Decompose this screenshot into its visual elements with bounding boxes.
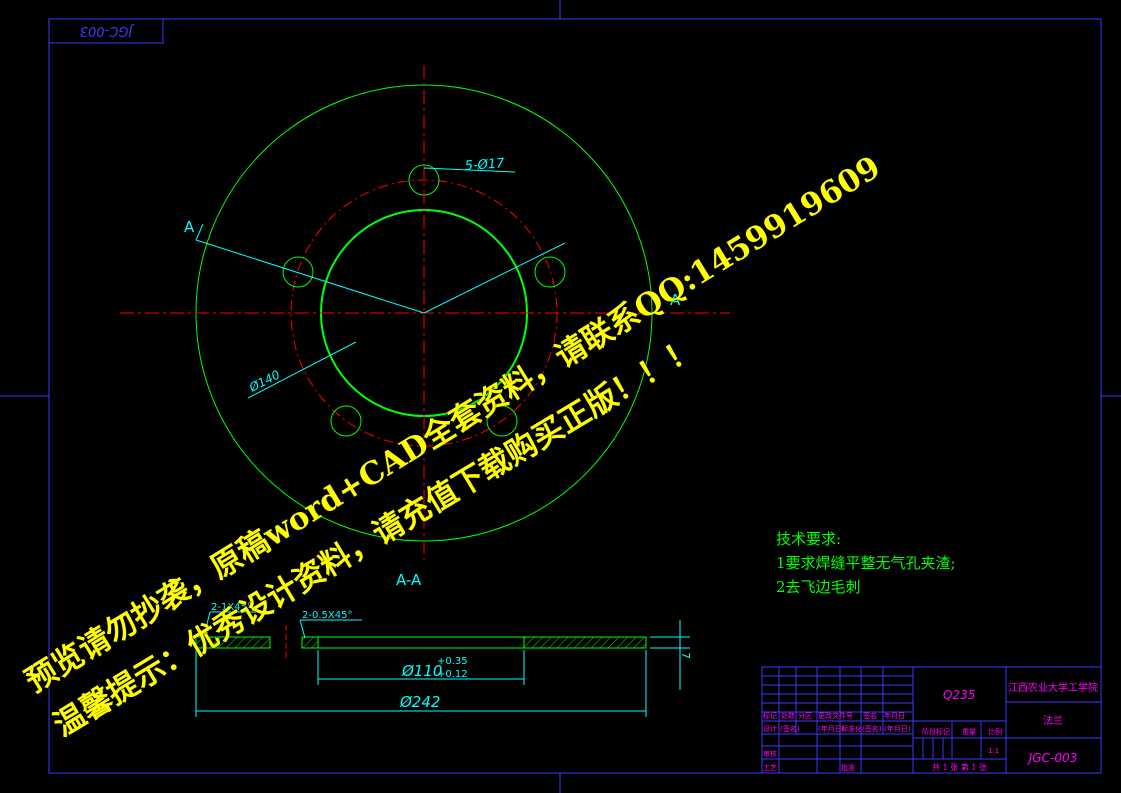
tech-item-2: 2去飞边毛刺	[776, 578, 861, 596]
title-block: 标记 处数 分区 更改文件号 签名 年月日 设计 (签名) (年月日) 标准化 …	[761, 666, 1102, 774]
mirrored-code-text: JGC-003	[80, 23, 136, 38]
hdr-sign: 签名	[863, 711, 877, 720]
hdr-process: 工艺	[763, 764, 777, 772]
section-title: A-A	[396, 571, 422, 589]
cad-viewer: JGC-003 A A 5-Ø17 Ø140 A-A 2-1X45° 2-0.5…	[0, 0, 1121, 793]
hdr-review: 审核	[763, 749, 777, 758]
watermark-overlay: 预览请勿抄袭，原稿word+CAD全套资料，请联系QQ:1459919609 温…	[19, 149, 887, 744]
bolt-hole-5	[282, 256, 314, 288]
tech-title: 技术要求:	[776, 530, 841, 548]
hdr-design: 设计	[763, 724, 777, 733]
hdr-sign3: (签名)	[862, 724, 882, 733]
chamfer-inner-label: 2-0.5X45°	[302, 610, 352, 621]
tech-item-1: 1要求焊缝平整无气孔夹渣;	[776, 554, 956, 572]
sheet-info: 共 1 张 第 1 张	[932, 762, 987, 772]
top-view-dimensions	[195, 167, 566, 399]
section-body	[195, 625, 647, 660]
watermark-line-2: 温馨提示：优秀设计资料，请充值下载购买正版！！！	[48, 330, 704, 744]
bore-tol-lower: +0.12	[437, 669, 468, 680]
mirrored-drawing-code: JGC-003	[80, 23, 136, 38]
section-mark-left: A	[184, 218, 195, 236]
outer-diameter: Ø242	[399, 693, 440, 711]
tech-requirements: 技术要求: 1要求焊缝平整无气孔夹渣; 2去飞边毛刺	[776, 530, 956, 596]
hdr-stage: 阶段标记	[922, 727, 950, 736]
material: Q235	[943, 688, 975, 702]
hdr-ratio: 比例	[988, 727, 1002, 736]
bolt-hole-2	[534, 256, 566, 288]
hdr-count: 处数	[781, 711, 795, 720]
dia140-callout: Ø140	[246, 367, 282, 395]
bolt-hole-4	[330, 405, 362, 437]
hdr-date3: (年月日)	[884, 724, 911, 733]
hdr-approve: 批准	[841, 763, 855, 772]
hole-callout: 5-Ø17	[464, 156, 505, 174]
scale: 1:1	[988, 747, 999, 755]
hdr-mark: 标记	[763, 711, 777, 720]
school-name: 江西农业大学工学院	[1008, 681, 1098, 694]
watermark-line-1: 预览请勿抄袭，原稿word+CAD全套资料，请联系QQ:1459919609	[19, 149, 886, 700]
hdr-change: 更改文件号	[818, 711, 853, 720]
hdr-weight: 重量	[962, 728, 976, 736]
thickness: 7	[679, 652, 692, 659]
bore-tol-upper: +0.35	[437, 656, 468, 667]
hdr-std: 标准化	[841, 724, 862, 733]
cad-drawing-canvas: JGC-003 A A 5-Ø17 Ø140 A-A 2-1X45° 2-0.5…	[0, 0, 1121, 793]
part-name: 法兰	[1043, 714, 1063, 727]
section-line-right	[423, 242, 566, 314]
drawing-number: JGC-003	[1027, 751, 1077, 765]
dia140-leader	[247, 341, 357, 399]
section-line-left	[195, 239, 425, 314]
hdr-sign2: (签名)	[780, 724, 800, 733]
hdr-zone: 分区	[798, 711, 812, 720]
hdr-date: 年月日	[884, 711, 905, 720]
